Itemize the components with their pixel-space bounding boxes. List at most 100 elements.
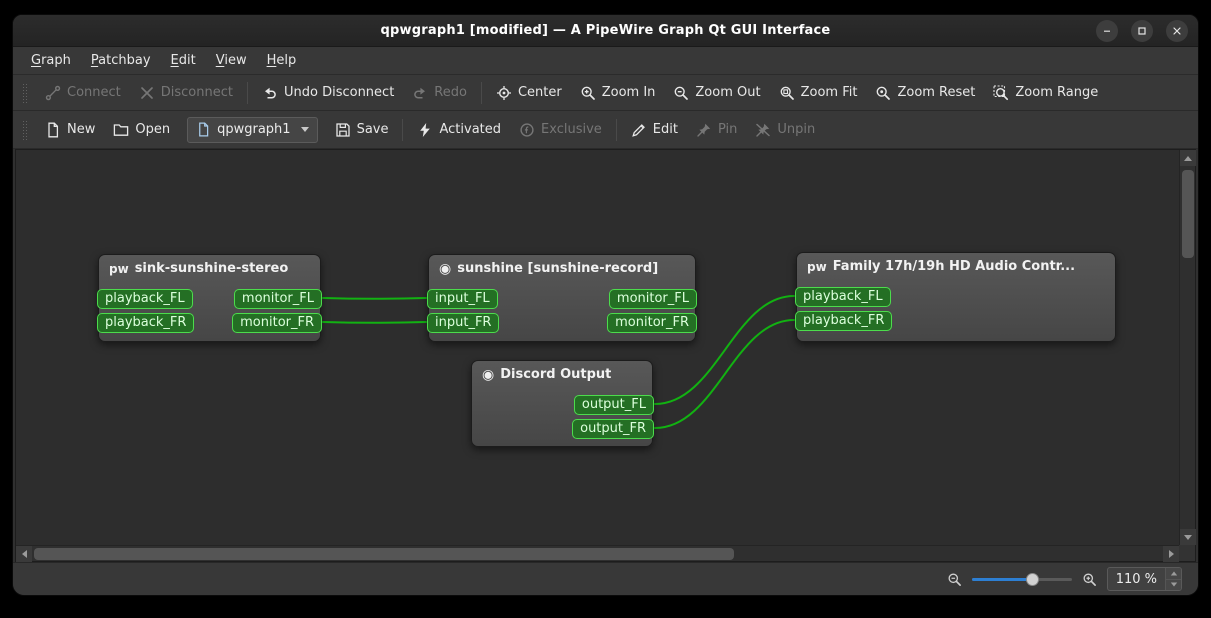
zoom-slider-track[interactable] (971, 578, 1072, 581)
port-monitor_FR[interactable]: monitor_FR (607, 313, 697, 333)
close-button[interactable] (1166, 19, 1188, 42)
port-output_FR[interactable]: output_FR (572, 419, 654, 439)
port-playback_FR[interactable]: playback_FR (795, 311, 893, 331)
node-family-hd-audio[interactable]: pw Family 17h/19h HD Audio Contr... play… (795, 252, 1116, 342)
node-header: pw sink-sunshine-stereo (99, 255, 320, 278)
stream-icon: ◉ (439, 260, 452, 277)
node-header: ◉ Discord Output (472, 361, 652, 384)
undo-disconnect-button[interactable]: Undo Disconnect (253, 79, 403, 106)
exclusive-label: Exclusive (541, 122, 602, 137)
new-button[interactable]: New (36, 116, 104, 143)
triangle-up-icon (1170, 571, 1177, 576)
wire-monitor_FL-input_FL[interactable] (322, 297, 427, 300)
zoom-fit-button[interactable]: Zoom Fit (770, 79, 867, 106)
menu-help[interactable]: Help (257, 47, 307, 74)
scroll-down-button[interactable] (1180, 529, 1196, 545)
port-input_FR[interactable]: input_FR (427, 313, 500, 333)
menu-patchbay-label: Patchbay (90, 53, 151, 68)
pencil-icon (631, 122, 647, 138)
zoom-in-icon[interactable] (1082, 572, 1097, 587)
center-label: Center (517, 85, 562, 100)
patchbay-toolbar: New Open qpwgraph1 Save Activated Exclus… (13, 111, 1198, 149)
menu-view[interactable]: View (206, 47, 257, 74)
pipewire-icon: pw (807, 259, 827, 274)
connection-wires (322, 295, 795, 429)
menu-patchbay[interactable]: Patchbay (81, 47, 161, 74)
zoom-slider-fill (971, 578, 1030, 581)
unpin-label: Unpin (777, 122, 816, 137)
zoom-range-button[interactable]: Zoom Range (984, 79, 1107, 106)
horizontal-scrollbar[interactable] (16, 545, 1179, 562)
port-playback_FL[interactable]: playback_FL (795, 287, 891, 307)
zoom-range-icon (993, 85, 1009, 101)
pin-label: Pin (717, 122, 738, 137)
save-label: Save (356, 122, 389, 137)
unpin-icon (755, 122, 771, 138)
menu-help-label: Help (266, 53, 297, 68)
zoom-in-button[interactable]: Zoom In (571, 79, 665, 106)
titlebar[interactable]: qpwgraph1 [modified] — A PipeWire Graph … (13, 15, 1198, 47)
menu-edit[interactable]: Edit (161, 47, 206, 74)
zoom-reset-button[interactable]: Zoom Reset (866, 79, 984, 106)
zoom-out-icon[interactable] (947, 572, 962, 587)
menu-view-label: View (215, 53, 247, 68)
connect-label: Connect (67, 85, 121, 100)
toolbar-separator (402, 118, 404, 141)
zoom-increment-button[interactable] (1166, 568, 1181, 580)
zoom-slider[interactable] (971, 571, 1072, 587)
wire-monitor_FR-input_FR[interactable] (322, 321, 427, 324)
edit-label: Edit (652, 122, 678, 137)
triangle-down-icon (1184, 534, 1192, 540)
port-input_FL[interactable]: input_FL (427, 289, 498, 309)
zoom-spinbox[interactable]: 110 % (1106, 567, 1182, 591)
port-monitor_FR[interactable]: monitor_FR (232, 313, 322, 333)
open-label: Open (135, 122, 171, 137)
zoom-slider-handle[interactable] (1025, 573, 1039, 586)
open-folder-icon (113, 122, 129, 138)
center-button[interactable]: Center (487, 79, 571, 106)
scroll-right-button[interactable] (1163, 546, 1179, 562)
circle-f-icon (519, 122, 535, 138)
zoom-out-button[interactable]: Zoom Out (664, 79, 769, 106)
scroll-left-button[interactable] (16, 546, 32, 562)
zoom-decrement-button[interactable] (1166, 579, 1181, 590)
triangle-down-icon (1170, 582, 1177, 587)
port-monitor_FL[interactable]: monitor_FL (233, 289, 322, 309)
toolbar-handle[interactable] (22, 119, 28, 140)
vertical-scrollbar-thumb[interactable] (1182, 170, 1194, 258)
node-sunshine-record[interactable]: ◉ sunshine [sunshine-record] input_FL in… (427, 254, 697, 342)
maximize-button[interactable] (1131, 19, 1153, 42)
redo-button: Redo (403, 79, 476, 106)
patchbay-selector-value: qpwgraph1 (217, 122, 291, 137)
open-button[interactable]: Open (104, 116, 179, 143)
new-file-icon (45, 122, 61, 138)
pin-icon (696, 122, 712, 138)
unpin-button: Unpin (746, 116, 824, 143)
menu-graph[interactable]: Graph (21, 47, 81, 74)
port-monitor_FL[interactable]: monitor_FL (608, 289, 697, 309)
patchbay-selector[interactable]: qpwgraph1 (187, 116, 318, 143)
node-sink-sunshine-stereo[interactable]: pw sink-sunshine-stereo playback_FL play… (97, 254, 322, 342)
zoom-fit-icon (779, 85, 795, 101)
graph-canvas[interactable]: pw sink-sunshine-stereo playback_FL play… (16, 150, 1179, 545)
toolbar-handle[interactable] (22, 82, 28, 103)
maximize-icon (1138, 26, 1146, 35)
zoom-fit-label: Zoom Fit (800, 85, 858, 100)
new-label: New (67, 122, 96, 137)
save-button[interactable]: Save (326, 116, 398, 143)
port-output_FL[interactable]: output_FL (573, 395, 654, 415)
activated-button[interactable]: Activated (408, 116, 510, 143)
zoom-range-label: Zoom Range (1015, 85, 1099, 100)
horizontal-scrollbar-thumb[interactable] (34, 548, 734, 560)
vertical-scrollbar[interactable] (1179, 150, 1196, 545)
port-playback_FR[interactable]: playback_FR (97, 313, 195, 333)
disconnect-button: Disconnect (130, 79, 242, 106)
zoom-reset-label: Zoom Reset (897, 85, 976, 100)
node-discord-output[interactable]: ◉ Discord Output output_FL output_FR (471, 360, 654, 447)
port-playback_FL[interactable]: playback_FL (97, 289, 193, 309)
edit-button[interactable]: Edit (622, 116, 687, 143)
zoom-out-icon (673, 85, 689, 101)
minimize-button[interactable] (1096, 19, 1118, 42)
save-icon (335, 122, 351, 138)
scroll-up-button[interactable] (1180, 150, 1196, 166)
